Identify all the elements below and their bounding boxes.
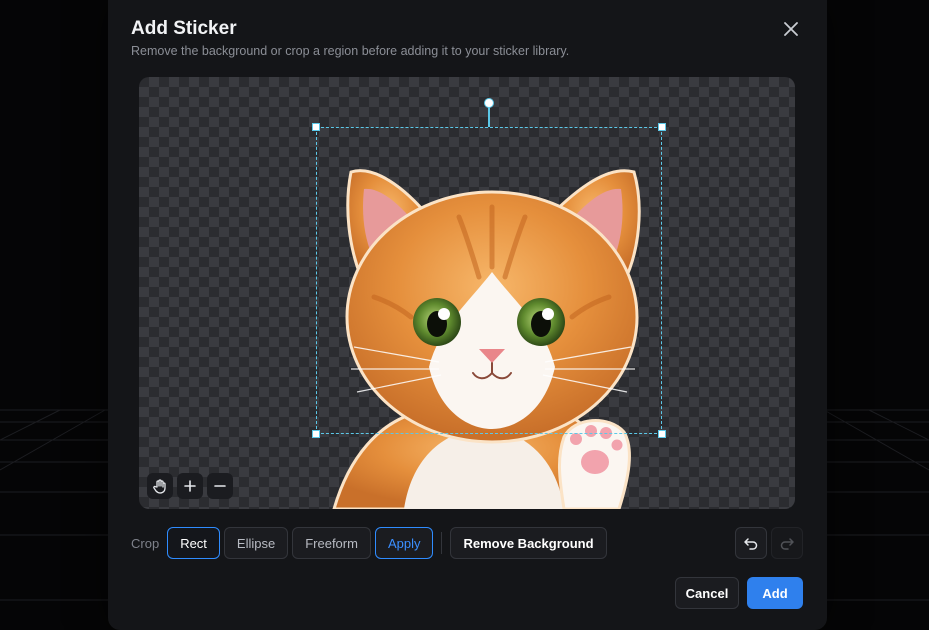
crop-handle-top-right[interactable] [658, 123, 666, 131]
crop-handle-bottom-left[interactable] [312, 430, 320, 438]
undo-icon [744, 538, 758, 550]
sticker-canvas[interactable] [139, 77, 795, 509]
zoom-out-button[interactable] [207, 473, 233, 499]
crop-mode-ellipse-button[interactable]: Ellipse [223, 527, 289, 559]
remove-background-button[interactable]: Remove Background [450, 527, 607, 559]
redo-button[interactable] [771, 527, 803, 559]
crop-label: Crop [131, 535, 160, 551]
zoom-out-icon [214, 485, 226, 487]
zoom-in-icon [184, 480, 196, 492]
add-sticker-dialog: Add Sticker Remove the background or cro… [108, 0, 827, 630]
dialog-subtitle: Remove the background or crop a region b… [131, 44, 570, 58]
crop-toolbar: Crop Rect Ellipse Freeform Apply Remove … [131, 527, 803, 559]
zoom-in-button[interactable] [177, 473, 203, 499]
crop-mode-rect-button[interactable]: Rect [167, 527, 220, 559]
undo-button[interactable] [735, 527, 767, 559]
rotate-handle[interactable] [484, 98, 494, 108]
close-button[interactable] [780, 18, 802, 40]
pan-button[interactable] [147, 473, 173, 499]
add-button[interactable]: Add [747, 577, 803, 609]
toolbar-divider [441, 532, 443, 554]
canvas-tools [147, 473, 233, 499]
cancel-button[interactable]: Cancel [675, 577, 739, 609]
dialog-title: Add Sticker [131, 18, 237, 39]
rotate-connector [488, 107, 490, 127]
crop-mode-freeform-button[interactable]: Freeform [292, 527, 371, 559]
crop-handle-top-left[interactable] [312, 123, 320, 131]
crop-handle-bottom-right[interactable] [658, 430, 666, 438]
redo-icon [780, 538, 794, 550]
hand-icon [153, 479, 166, 494]
apply-crop-button[interactable]: Apply [374, 527, 434, 559]
close-icon [784, 22, 798, 36]
crop-selection[interactable] [316, 127, 662, 434]
